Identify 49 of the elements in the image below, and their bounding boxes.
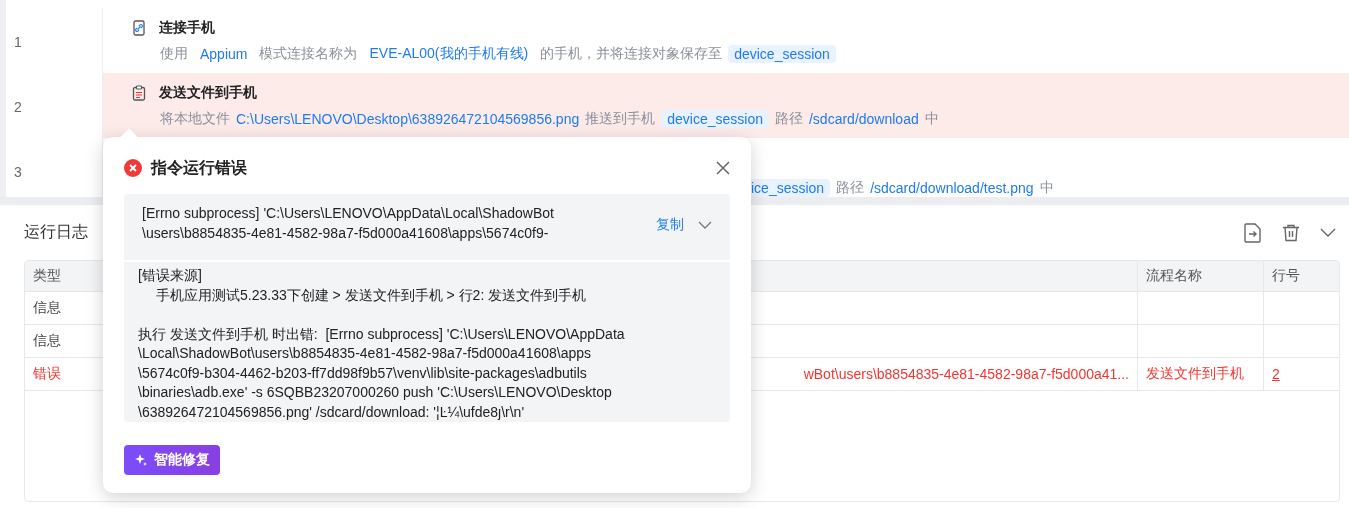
step-text: 模式连接名称为 [259, 45, 358, 63]
path-value: /sdcard/download [808, 111, 919, 127]
parameter-value: EVE-AL00(我的手机有线) [369, 45, 529, 63]
export-icon[interactable] [1244, 222, 1262, 243]
phone-link-icon [131, 20, 147, 36]
step-text: 路径 [774, 110, 803, 128]
log-type: 信息 [33, 299, 61, 317]
flow-name: 发送文件到手机 [1146, 365, 1244, 383]
close-icon[interactable] [716, 161, 730, 175]
error-text: \Local\ShadowBot\users\b8854835-4e81-4582-98a7-f5d000a41608\apps [138, 344, 593, 363]
error-icon [124, 159, 142, 177]
smart-fix-button[interactable]: 智能修复 [124, 445, 220, 475]
trash-icon[interactable] [1282, 223, 1300, 242]
log-type: 信息 [33, 332, 61, 350]
clipboard-icon [131, 85, 147, 101]
error-source: 手机应用测试5.23.33下创建 > 发送文件到手机 > 行2: 发送文件到手机 [155, 285, 588, 305]
step-text: 中 [924, 110, 939, 128]
column-header: 行号 [1271, 266, 1301, 285]
error-text: [Errno subprocess] 'C:\Users\LENOVO\AppData\Local\ShadowBot [142, 204, 555, 223]
step-text: 的手机，并将连接对象保存至 [540, 45, 723, 63]
column-header: 流程名称 [1138, 261, 1264, 291]
parameter-value: Appium [200, 46, 248, 62]
variable-tag: device_session [728, 45, 836, 63]
error-text: 执行 发送文件到手机 时出错: [Errno subprocess] 'C:\Users\LENOVO\AppData [138, 324, 626, 344]
line-number: 1 [6, 8, 103, 73]
copy-link[interactable]: 复制 [656, 216, 684, 234]
chevron-down-icon[interactable] [698, 221, 712, 229]
line-link[interactable]: 2 [1272, 366, 1280, 382]
log-message: wBot\users\b8854835-4e81-4582-98a7-f5d000a41... [803, 366, 1129, 382]
step-text: 将本地文件 [160, 110, 230, 128]
chevron-down-icon[interactable] [1320, 227, 1336, 238]
path-value: /sdcard/download/test.png [870, 180, 1034, 196]
step-text: 中 [1039, 179, 1054, 197]
popover-title: 指令运行错误 [151, 157, 247, 178]
path-value: C:\Users\LENOVO\Desktop\638926472104569856.png [236, 111, 580, 127]
variable-tag: device_session [661, 110, 769, 128]
step-text: 推送到手机 [585, 110, 656, 128]
step-title: 连接手机 [159, 19, 215, 37]
error-text: \5674c0f9-b304-4462-b203-ff7dd98f9b57\venv\lib\site-packages\adbutils [138, 363, 588, 383]
error-text: \binaries\adb.exe' -s 6SQBB23207000260 push 'C:\Users\LENOVO\Desktop [138, 383, 613, 402]
step-text: 路径 [836, 179, 865, 197]
error-text: \638926472104569856.png' /sdcard/download: '¦Ŀ¼\ufde8ȷ\r\n' [138, 402, 526, 422]
log-type: 错误 [33, 365, 61, 383]
sparkle-icon [134, 453, 148, 467]
panel-title: 运行日志 [24, 222, 88, 242]
step-text: 使用 [160, 45, 188, 63]
detail-heading: [错误来源] [138, 266, 203, 285]
step-title: 发送文件到手机 [159, 84, 257, 102]
error-text: \users\b8854835-4e81-4582-98a7-f5d000a41608\apps\5674c0f9- [142, 223, 550, 243]
